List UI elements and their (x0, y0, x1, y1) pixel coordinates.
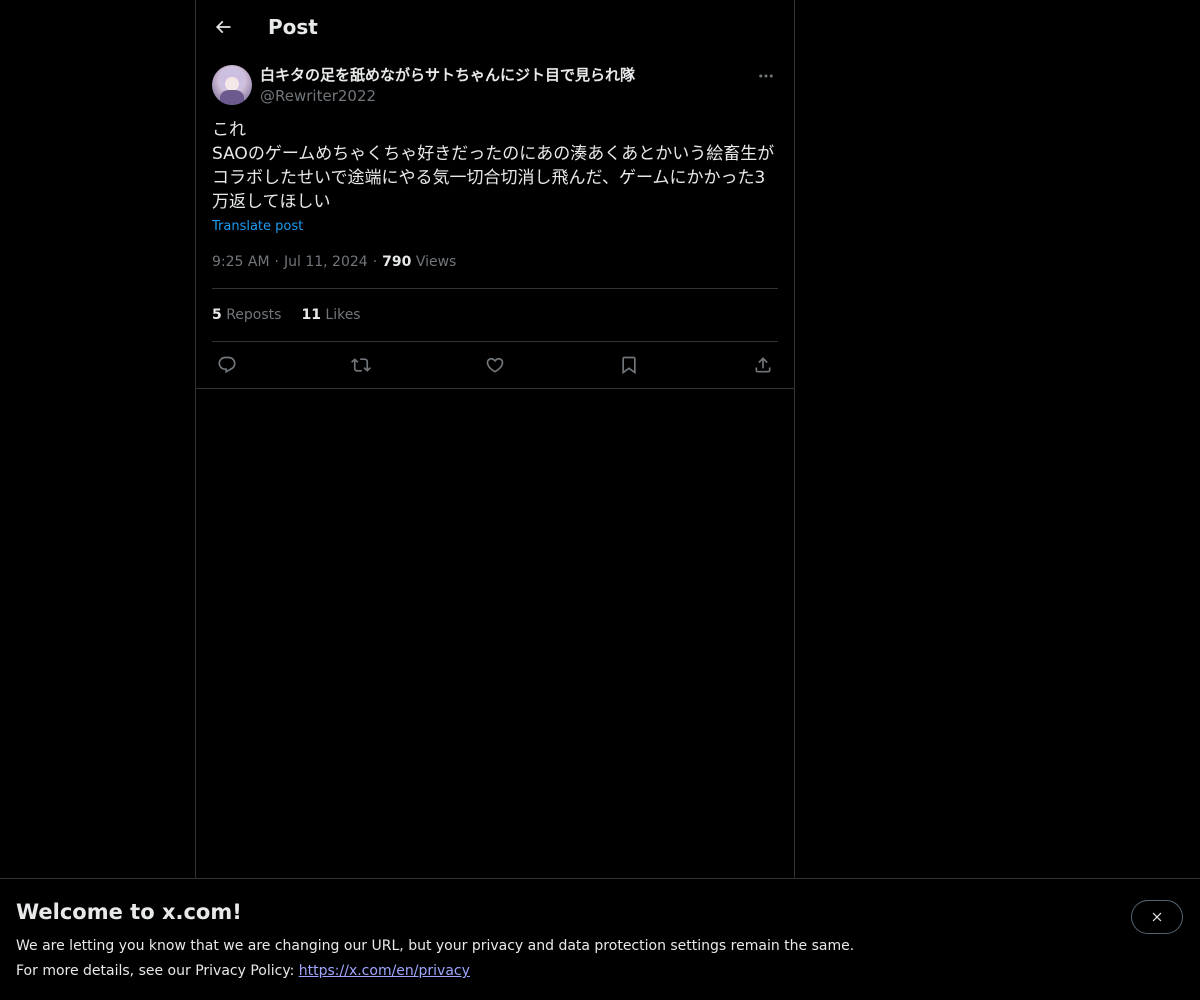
repost-icon (351, 358, 371, 372)
back-button[interactable] (206, 8, 240, 46)
arrow-left-icon (215, 20, 231, 34)
like-icon (486, 357, 504, 373)
reposts-label: Reposts (226, 307, 282, 323)
post-text-line: 万返してほしい (212, 192, 331, 212)
page-title: Post (268, 15, 318, 39)
post-text-line: コラボしたせいで途端にやる気一切合切消し飛んだ、ゲームにかかった3 (212, 168, 766, 188)
share-icon (755, 357, 771, 373)
like-button[interactable] (480, 351, 510, 379)
banner-title: Welcome to x.com! (16, 900, 242, 924)
more-horizontal-icon (759, 74, 773, 78)
post-text-line: これ (212, 120, 246, 140)
post-meta: 9:25 AM · Jul 11, 2024 · 790 Views (212, 251, 456, 273)
url-change-banner: Welcome to x.com! We are letting you kno… (0, 878, 1200, 1000)
bookmark-button[interactable] (614, 351, 644, 379)
bookmark-icon (622, 356, 636, 375)
post-author: 白キタの足を舐めながらサトちゃんにジト目で見られ隊 @Rewriter2022 (212, 64, 778, 108)
translate-post-link[interactable]: Translate post (212, 217, 303, 237)
post-actions (212, 351, 778, 379)
avatar[interactable] (212, 65, 252, 105)
post-text-line: SAOのゲームめちゃくちゃ好きだったのにあの湊あくあとかいう絵畜生が (212, 144, 775, 164)
divider (212, 288, 778, 289)
views-label: Views (415, 254, 457, 270)
divider (196, 388, 794, 389)
banner-privacy-prefix: For more details, see our Privacy Policy… (16, 963, 299, 979)
reposts-stat[interactable]: 5 Reposts (212, 304, 281, 326)
post-date[interactable]: Jul 11, 2024 (284, 254, 368, 270)
close-icon (1152, 912, 1162, 922)
author-handle[interactable]: @Rewriter2022 (260, 85, 376, 107)
author-display-name[interactable]: 白キタの足を舐めながらサトちゃんにジト目で見られ隊 (260, 64, 635, 86)
post-stats: 5 Reposts 11 Likes (212, 304, 361, 326)
post-header: Post (196, 0, 794, 54)
reposts-count: 5 (212, 307, 222, 323)
banner-privacy-line: For more details, see our Privacy Policy… (16, 960, 470, 982)
likes-label: Likes (325, 307, 361, 323)
meta-separator: · (372, 254, 378, 270)
likes-count: 11 (301, 307, 321, 323)
primary-column: Post 白キタの足を舐めながらサトちゃんにジト目で見られ隊 @Rewriter… (195, 0, 795, 878)
privacy-policy-link[interactable]: https://x.com/en/privacy (299, 963, 470, 979)
views-count: 790 (382, 254, 412, 270)
page: Post 白キタの足を舐めながらサトちゃんにジト目で見られ隊 @Rewriter… (0, 0, 1200, 1000)
likes-stat[interactable]: 11 Likes (301, 304, 360, 326)
meta-separator: · (274, 254, 279, 270)
reply-icon (218, 356, 236, 374)
post-text: これ SAOのゲームめちゃくちゃ好きだったのにあの湊あくあとかいう絵畜生が コラ… (212, 118, 778, 214)
share-button[interactable] (748, 351, 778, 379)
banner-message: We are letting you know that we are chan… (16, 938, 855, 954)
reply-button[interactable] (212, 351, 242, 379)
close-banner-button[interactable] (1131, 900, 1183, 934)
divider (212, 341, 778, 342)
more-options-button[interactable] (754, 64, 778, 88)
repost-button[interactable] (346, 351, 376, 379)
post-time[interactable]: 9:25 AM (212, 254, 270, 270)
